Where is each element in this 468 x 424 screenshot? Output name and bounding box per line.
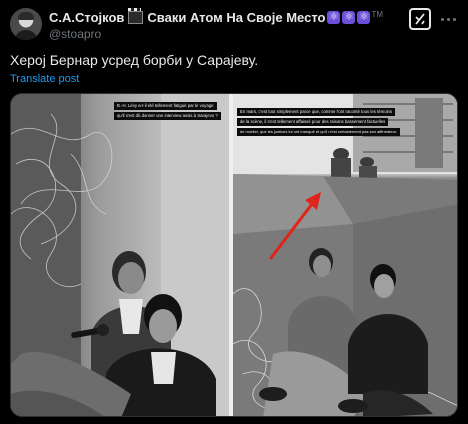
right-caption-line-1: En mars, c'est tout simplement parce que…	[237, 108, 396, 116]
author-display-name[interactable]: С.А.Стојков	[49, 10, 124, 25]
trademark-mark: TM	[371, 10, 384, 19]
author-name-suffix[interactable]: Сваки Атом На Своје Место	[147, 10, 325, 25]
clapper-board-icon	[128, 7, 144, 24]
more-options-icon	[446, 17, 450, 21]
grok-button[interactable]	[409, 8, 431, 30]
more-options-icon	[452, 17, 456, 21]
left-photo-scene	[11, 94, 229, 416]
post-photo[interactable]: B.-H. Lévy a-t-il été tellement fatigué …	[10, 93, 458, 417]
author-name-row[interactable]: С.А.Стојков Сваки Атом На Своје Место ⚛ …	[49, 7, 384, 26]
avatar-hair	[18, 12, 34, 20]
magazine-page-left: B.-H. Lévy a-t-il été tellement fatigué …	[11, 94, 229, 416]
red-arrow-annotation	[269, 192, 321, 260]
translate-post-link[interactable]: Translate post	[10, 73, 79, 85]
author-handle[interactable]: @stoapro	[49, 27, 101, 41]
grok-icon	[415, 13, 425, 25]
avatar-torso	[14, 30, 38, 40]
left-caption-line-2: qu'il s'est dû donner une interview assi…	[114, 112, 221, 120]
post-text: Херој Бернар усред борби у Сарајеву.	[10, 52, 259, 68]
tweet-card: С.А.Стојков Сваки Атом На Своје Место ⚛ …	[0, 0, 468, 424]
more-options-button[interactable]	[436, 10, 460, 28]
more-options-icon	[440, 17, 444, 21]
left-caption-line-1: B.-H. Lévy a-t-il été tellement fatigué …	[114, 102, 217, 110]
atom-symbol-icon: ⚛	[342, 10, 356, 24]
right-caption-line-2: de la scène, il s'est tellement affaissé…	[237, 118, 389, 126]
atom-symbol-icon: ⚛	[357, 10, 371, 24]
atom-symbol-icon: ⚛	[327, 10, 341, 24]
right-caption-line-3: de mortier, que les justices lui ont man…	[237, 128, 401, 136]
avatar[interactable]	[10, 8, 42, 40]
